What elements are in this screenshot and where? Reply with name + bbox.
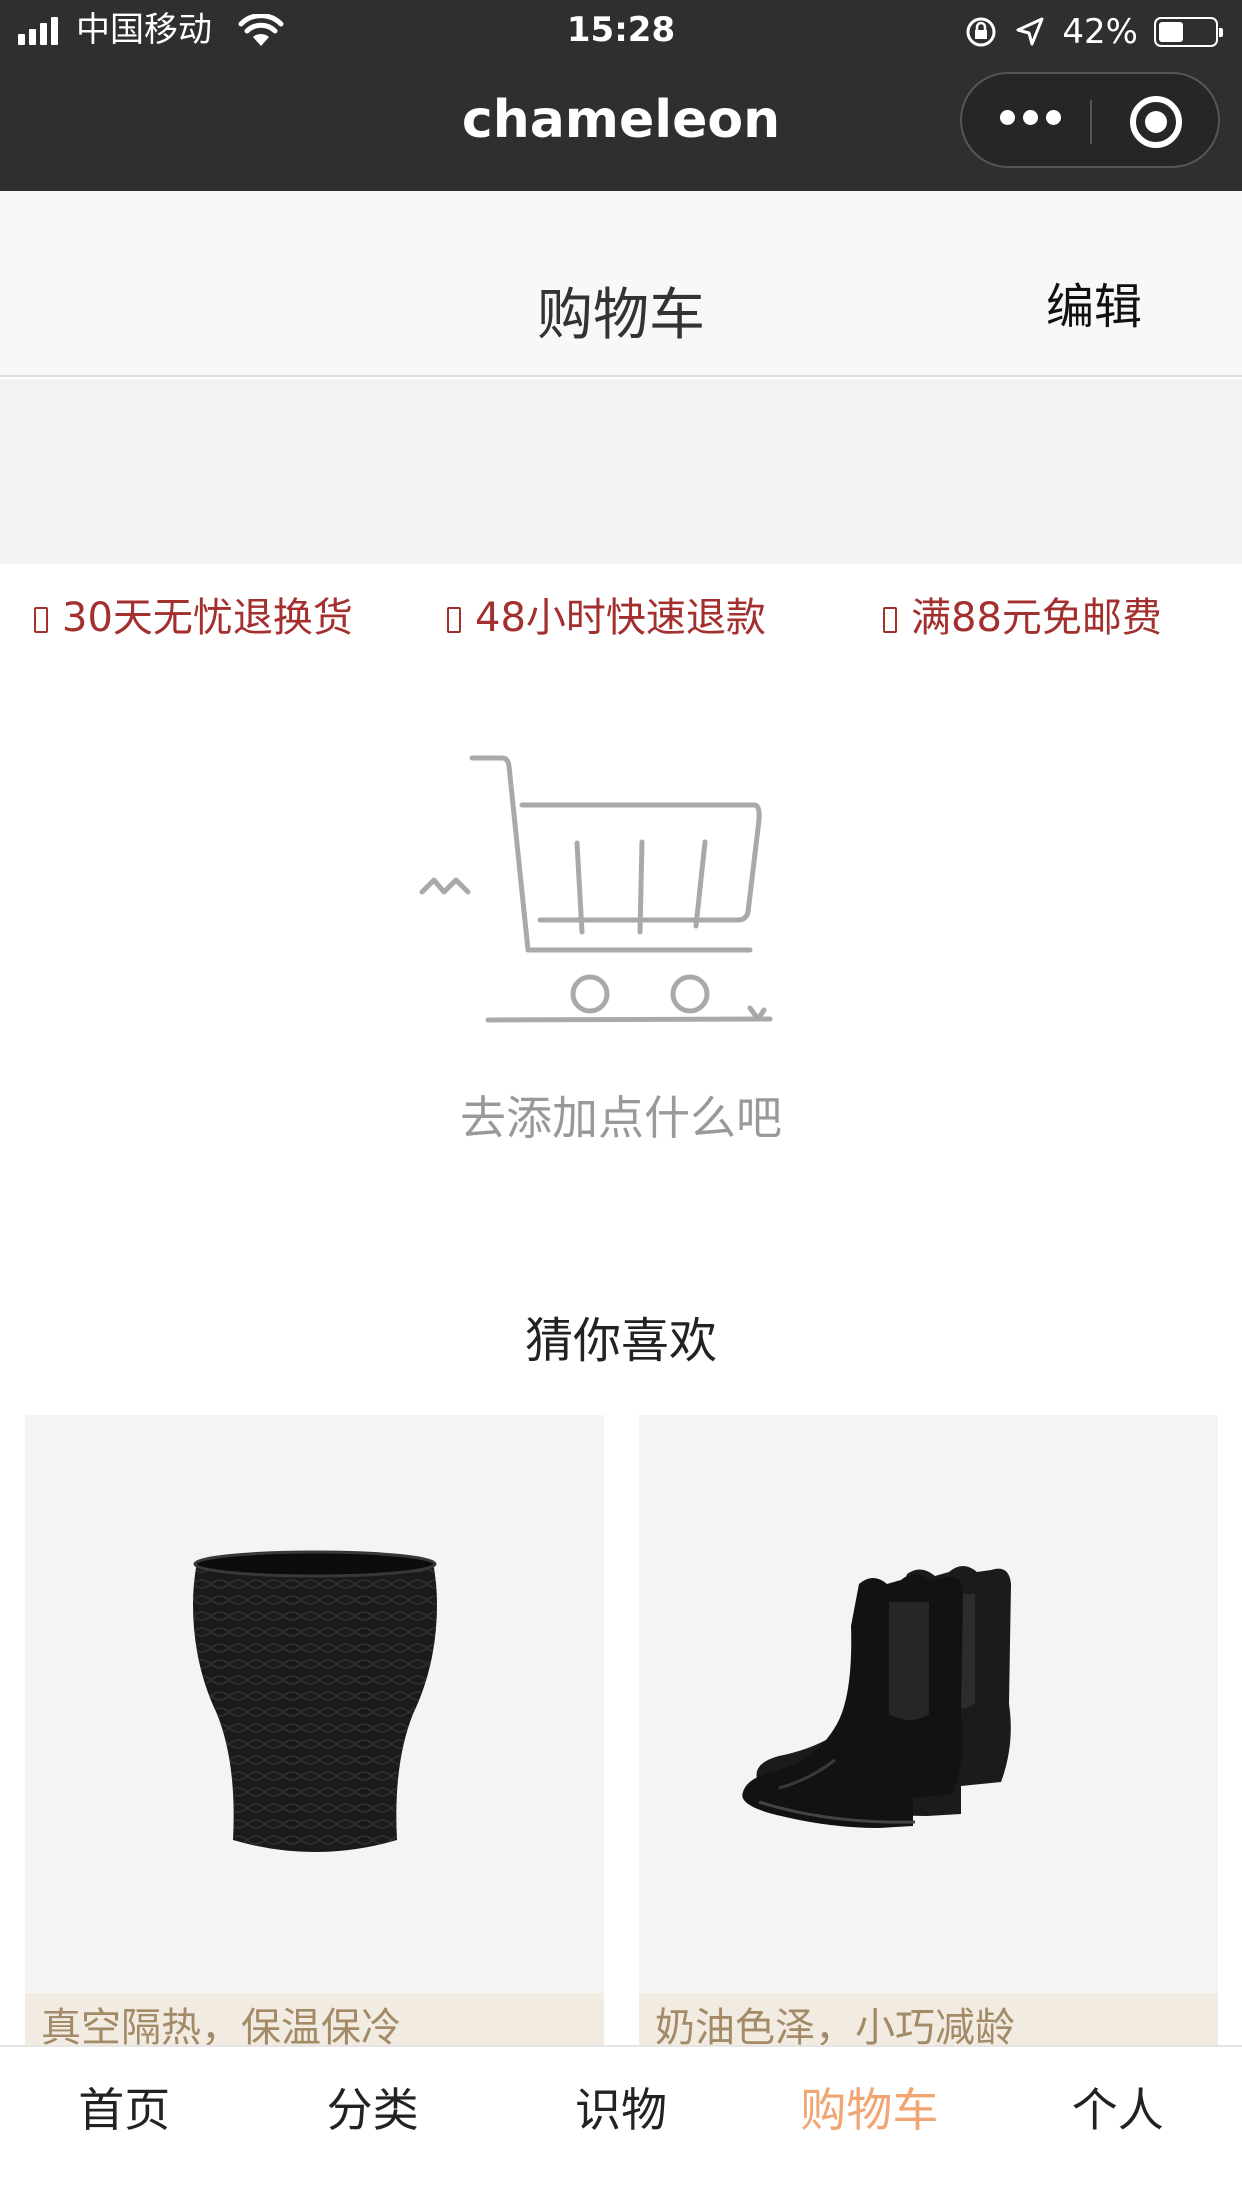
- tab-discover[interactable]: 识物: [497, 2047, 745, 2167]
- product-image: [25, 1415, 604, 1993]
- page-header: 购物车 编辑: [0, 191, 1242, 377]
- badge-icon: [447, 607, 461, 633]
- battery-icon: [1154, 17, 1223, 47]
- guarantee-item: 48小时快速退款: [447, 590, 766, 646]
- shopping-cart-icon: [419, 755, 773, 1023]
- top-navigation-bar: 中国移动 15:28 42% chameleon: [0, 0, 1242, 191]
- header-spacer: [0, 379, 1242, 564]
- tab-cart[interactable]: 购物车: [745, 2047, 993, 2167]
- guarantee-label: 48小时快速退款: [475, 595, 766, 641]
- guarantee-item: 满88元免邮费: [883, 590, 1162, 646]
- badge-icon: [883, 607, 897, 633]
- tab-profile[interactable]: 个人: [994, 2047, 1242, 2167]
- recommendations-title: 猜你喜欢: [524, 1313, 717, 1369]
- product-card[interactable]: 奶油色泽，小巧减龄: [639, 1415, 1218, 2045]
- badge-icon: [34, 607, 48, 633]
- location-icon: [1016, 17, 1044, 46]
- tab-category[interactable]: 分类: [248, 2047, 496, 2167]
- product-description: 真空隔热，保温保冷: [25, 1993, 604, 2045]
- product-description: 奶油色泽，小巧减龄: [639, 1993, 1218, 2045]
- guarantee-label: 满88元免邮费: [911, 595, 1162, 641]
- service-guarantees: 30天无忧退换货 48小时快速退款 满88元免邮费: [0, 564, 1242, 672]
- bottom-tab-bar: 首页 分类 识物 购物车 个人: [0, 2045, 1242, 2208]
- status-bar: 中国移动 15:28 42%: [0, 0, 1242, 62]
- guarantee-item: 30天无忧退换货: [34, 590, 353, 646]
- product-image: [639, 1415, 1218, 1993]
- cup-image: [192, 1550, 437, 1852]
- more-options-icon[interactable]: [1000, 110, 1061, 125]
- capsule-menu: [960, 72, 1220, 168]
- boots-image: [741, 1566, 1011, 1828]
- product-card[interactable]: 真空隔热，保温保冷: [25, 1415, 604, 2045]
- edit-button[interactable]: 编辑: [1046, 277, 1142, 337]
- tab-home[interactable]: 首页: [0, 2047, 248, 2167]
- capsule-divider: [1090, 100, 1092, 144]
- empty-cart-message: 去添加点什么吧: [460, 1091, 782, 1145]
- guarantee-label: 30天无忧退换货: [62, 595, 353, 641]
- battery-percentage: 42%: [1062, 12, 1138, 52]
- rotation-lock-icon: [966, 17, 996, 47]
- close-miniprogram-icon[interactable]: [1130, 96, 1182, 148]
